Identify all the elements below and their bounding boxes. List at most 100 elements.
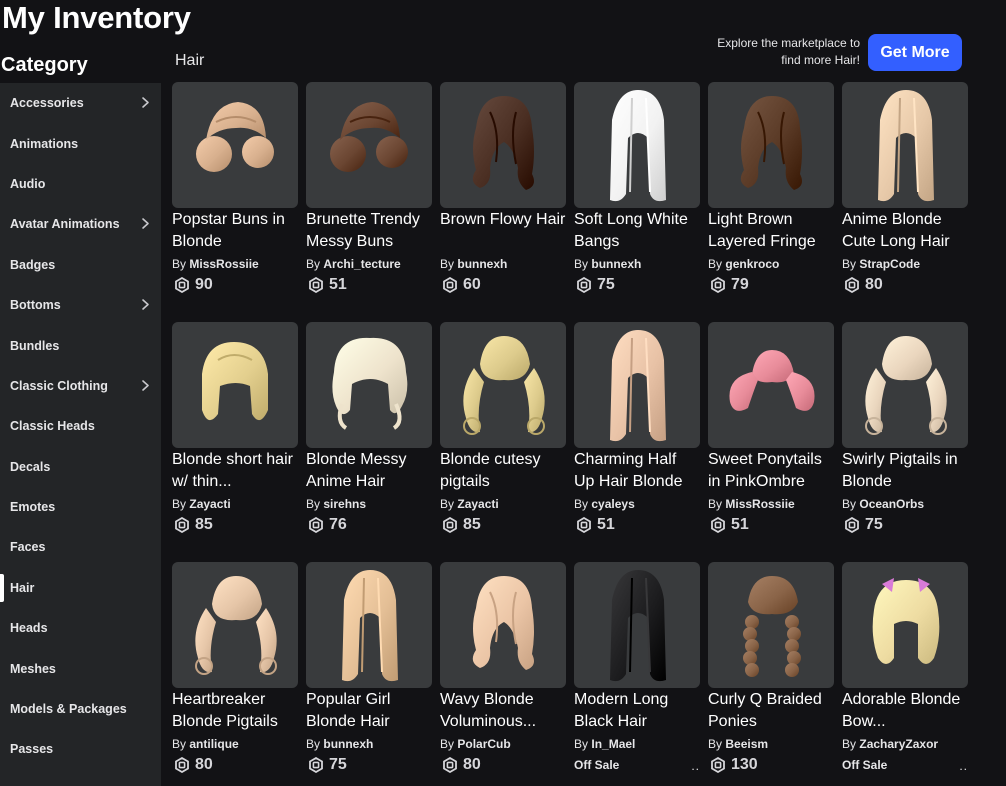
sidebar-item-classic-clothing[interactable]: Classic Clothing — [0, 366, 161, 406]
item-creator: By MissRossiie — [172, 256, 298, 272]
item-thumbnail[interactable] — [440, 322, 566, 448]
creator-link[interactable]: MissRossiie — [189, 257, 258, 271]
item-name[interactable]: Brunette Trendy Messy Buns — [306, 209, 432, 253]
item-thumbnail[interactable] — [574, 562, 700, 688]
item-thumbnail[interactable] — [172, 322, 298, 448]
sidebar-item-bottoms[interactable]: Bottoms — [0, 285, 161, 325]
item-name[interactable]: Charming Half Up Hair Blonde — [574, 449, 700, 493]
item-thumbnail[interactable] — [440, 562, 566, 688]
item-card[interactable]: Charming Half Up Hair Blonde By cyaleys 51 — [574, 322, 700, 542]
sidebar-item-audio[interactable]: Audio — [0, 164, 161, 204]
item-name[interactable]: Anime Blonde Cute Long Hair — [842, 209, 968, 253]
item-price: 85 — [172, 514, 298, 536]
item-thumbnail[interactable] — [842, 562, 968, 688]
sidebar-item-bundles[interactable]: Bundles — [0, 325, 161, 365]
item-thumbnail[interactable] — [574, 82, 700, 208]
item-name[interactable]: Curly Q Braided Ponies — [708, 689, 834, 733]
item-thumbnail[interactable] — [574, 322, 700, 448]
sidebar-item-animations[interactable]: Animations — [0, 123, 161, 163]
creator-link[interactable]: cyaleys — [591, 497, 634, 511]
robux-icon — [844, 516, 860, 534]
more-options-icon[interactable]: .. — [959, 759, 968, 773]
item-name[interactable]: Swirly Pigtails in Blonde — [842, 449, 968, 493]
item-card[interactable]: Blonde cutesy pigtails By Zayacti 85 — [440, 322, 566, 542]
item-card[interactable]: Swirly Pigtails in Blonde By OceanOrbs 75 — [842, 322, 968, 542]
item-card[interactable]: Popular Girl Blonde Hair By bunnexh 75 — [306, 562, 432, 782]
more-options-icon[interactable]: .. — [691, 759, 700, 773]
item-name[interactable]: Light Brown Layered Fringe — [708, 209, 834, 253]
sidebar-item-hair[interactable]: Hair — [0, 568, 161, 608]
item-name[interactable]: Modern Long Black Hair — [574, 689, 700, 733]
creator-link[interactable]: Beeism — [725, 737, 768, 751]
item-thumbnail[interactable] — [306, 322, 432, 448]
item-card[interactable]: Curly Q Braided Ponies By Beeism 130 — [708, 562, 834, 782]
item-card[interactable]: Brunette Trendy Messy Buns By Archi_tectu… — [306, 82, 432, 302]
sidebar-item-emotes[interactable]: Emotes — [0, 487, 161, 527]
creator-link[interactable]: In_Mael — [591, 737, 635, 751]
creator-link[interactable]: antilique — [189, 737, 238, 751]
item-card[interactable]: Light Brown Layered Fringe By genkroco 79 — [708, 82, 834, 302]
item-card[interactable]: Popstar Buns in Blonde By MissRossiie 90 — [172, 82, 298, 302]
creator-link[interactable]: Archi_tecture — [323, 257, 400, 271]
creator-link[interactable]: ZacharyZaxor — [859, 737, 938, 751]
item-card[interactable]: Brown Flowy Hair By bunnexh 60 — [440, 82, 566, 302]
creator-link[interactable]: OceanOrbs — [859, 497, 924, 511]
item-thumbnail[interactable] — [708, 82, 834, 208]
creator-link[interactable]: Zayacti — [457, 497, 498, 511]
item-card[interactable]: Soft Long White Bangs By bunnexh 75 — [574, 82, 700, 302]
creator-by-prefix: By — [306, 737, 321, 751]
item-name[interactable]: Brown Flowy Hair — [440, 209, 566, 253]
sidebar-item-decals[interactable]: Decals — [0, 447, 161, 487]
item-name[interactable]: Blonde short hair w/ thin... — [172, 449, 298, 493]
item-name[interactable]: Sweet Ponytails in PinkOmbre — [708, 449, 834, 493]
sidebar-item-heads[interactable]: Heads — [0, 608, 161, 648]
creator-link[interactable]: bunnexh — [457, 257, 507, 271]
sidebar-item-label: Avatar Animations — [10, 217, 120, 232]
item-name[interactable]: Popular Girl Blonde Hair — [306, 689, 432, 733]
item-name[interactable]: Soft Long White Bangs — [574, 209, 700, 253]
sidebar-item-passes[interactable]: Passes — [0, 729, 161, 769]
creator-link[interactable]: sirehns — [323, 497, 366, 511]
item-card[interactable]: Blonde short hair w/ thin... By Zayacti 85 — [172, 322, 298, 542]
item-name[interactable]: Blonde cutesy pigtails — [440, 449, 566, 493]
item-thumbnail[interactable] — [440, 82, 566, 208]
sidebar-item-badges[interactable]: Badges — [0, 245, 161, 285]
sidebar-item-faces[interactable]: Faces — [0, 527, 161, 567]
item-creator: By ZacharyZaxor — [842, 736, 968, 752]
item-thumbnail[interactable] — [708, 562, 834, 688]
creator-link[interactable]: genkroco — [725, 257, 779, 271]
item-thumbnail[interactable] — [306, 562, 432, 688]
item-creator: By StrapCode — [842, 256, 968, 272]
creator-link[interactable]: bunnexh — [591, 257, 641, 271]
sidebar-item-meshes[interactable]: Meshes — [0, 648, 161, 688]
item-name[interactable]: Wavy Blonde Voluminous... — [440, 689, 566, 733]
item-thumbnail[interactable] — [708, 322, 834, 448]
item-thumbnail[interactable] — [306, 82, 432, 208]
sidebar-item-classic-heads[interactable]: Classic Heads — [0, 406, 161, 446]
creator-link[interactable]: Zayacti — [189, 497, 230, 511]
item-name[interactable]: Blonde Messy Anime Hair — [306, 449, 432, 493]
creator-link[interactable]: MissRossiie — [725, 497, 794, 511]
creator-link[interactable]: PolarCub — [457, 737, 510, 751]
item-card[interactable]: Heartbreaker Blonde Pigtails By antilique… — [172, 562, 298, 782]
item-card[interactable]: Modern Long Black Hair By In_Mael Off Sale… — [574, 562, 700, 782]
item-thumbnail[interactable] — [842, 322, 968, 448]
creator-link[interactable]: bunnexh — [323, 737, 373, 751]
sidebar-item-avatar-animations[interactable]: Avatar Animations — [0, 204, 161, 244]
item-card[interactable]: Anime Blonde Cute Long Hair By StrapCode 8… — [842, 82, 968, 302]
item-card[interactable]: Wavy Blonde Voluminous... By PolarCub 80 — [440, 562, 566, 782]
creator-link[interactable]: StrapCode — [859, 257, 920, 271]
creator-by-prefix: By — [172, 257, 187, 271]
item-thumbnail[interactable] — [172, 82, 298, 208]
item-name[interactable]: Popstar Buns in Blonde — [172, 209, 298, 253]
item-card[interactable]: Blonde Messy Anime Hair By sirehns 76 — [306, 322, 432, 542]
item-thumbnail[interactable] — [172, 562, 298, 688]
item-card[interactable]: Adorable Blonde Bow... By ZacharyZaxor Off… — [842, 562, 968, 782]
get-more-button[interactable]: Get More — [868, 34, 962, 71]
sidebar-item-accessories[interactable]: Accessories — [0, 83, 161, 123]
item-name[interactable]: Adorable Blonde Bow... — [842, 689, 968, 733]
sidebar-item-models-packages[interactable]: Models & Packages — [0, 689, 161, 729]
item-name[interactable]: Heartbreaker Blonde Pigtails — [172, 689, 298, 733]
item-card[interactable]: Sweet Ponytails in PinkOmbre By MissRossi… — [708, 322, 834, 542]
item-thumbnail[interactable] — [842, 82, 968, 208]
